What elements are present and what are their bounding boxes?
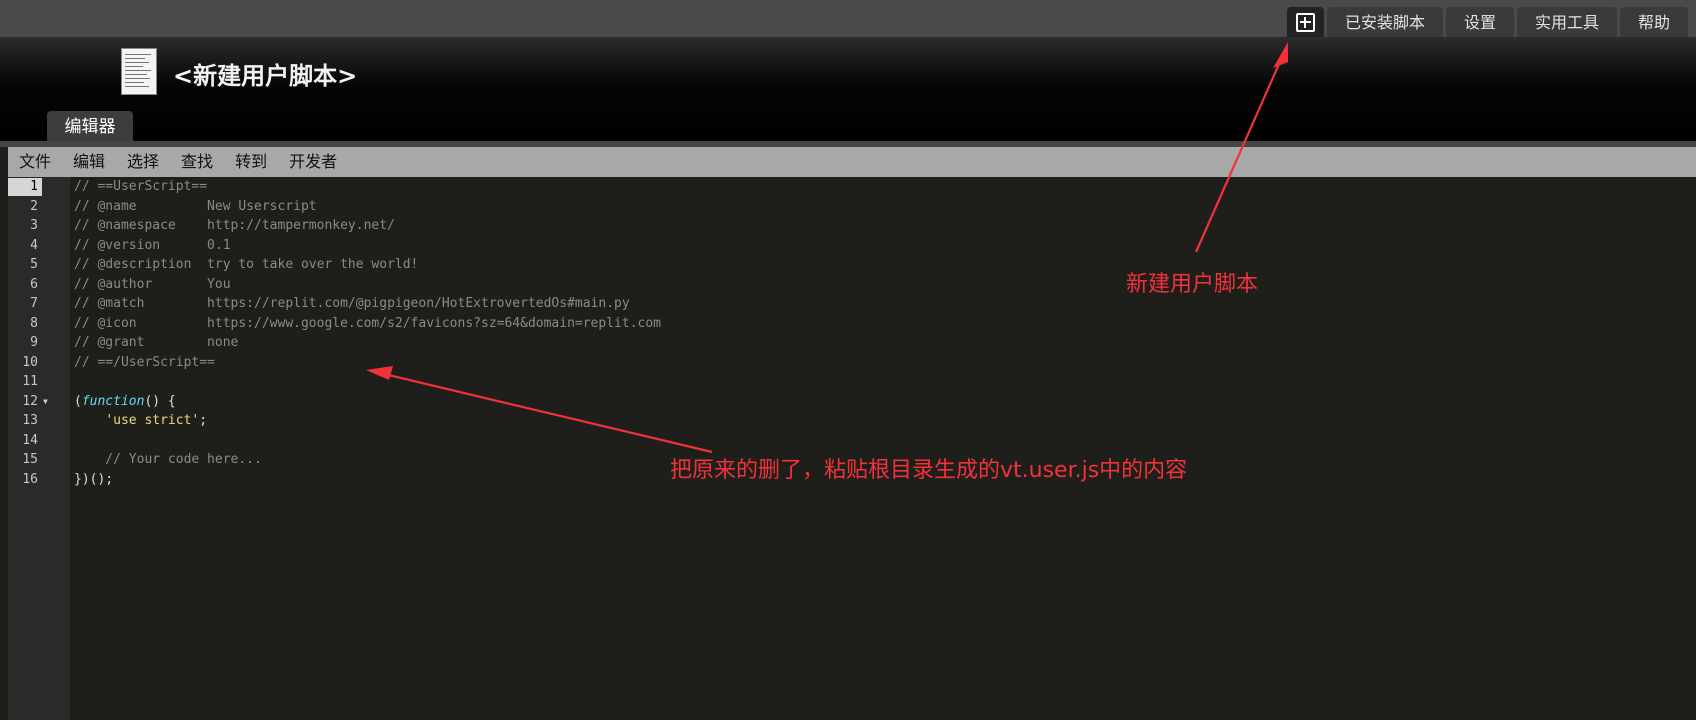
annotation-arrows	[366, 42, 1288, 454]
arrowhead-code	[366, 366, 393, 380]
arrow-to-new-button	[1194, 54, 1285, 253]
arrowhead-new-button	[1273, 42, 1288, 68]
arrow-to-code	[379, 371, 713, 454]
